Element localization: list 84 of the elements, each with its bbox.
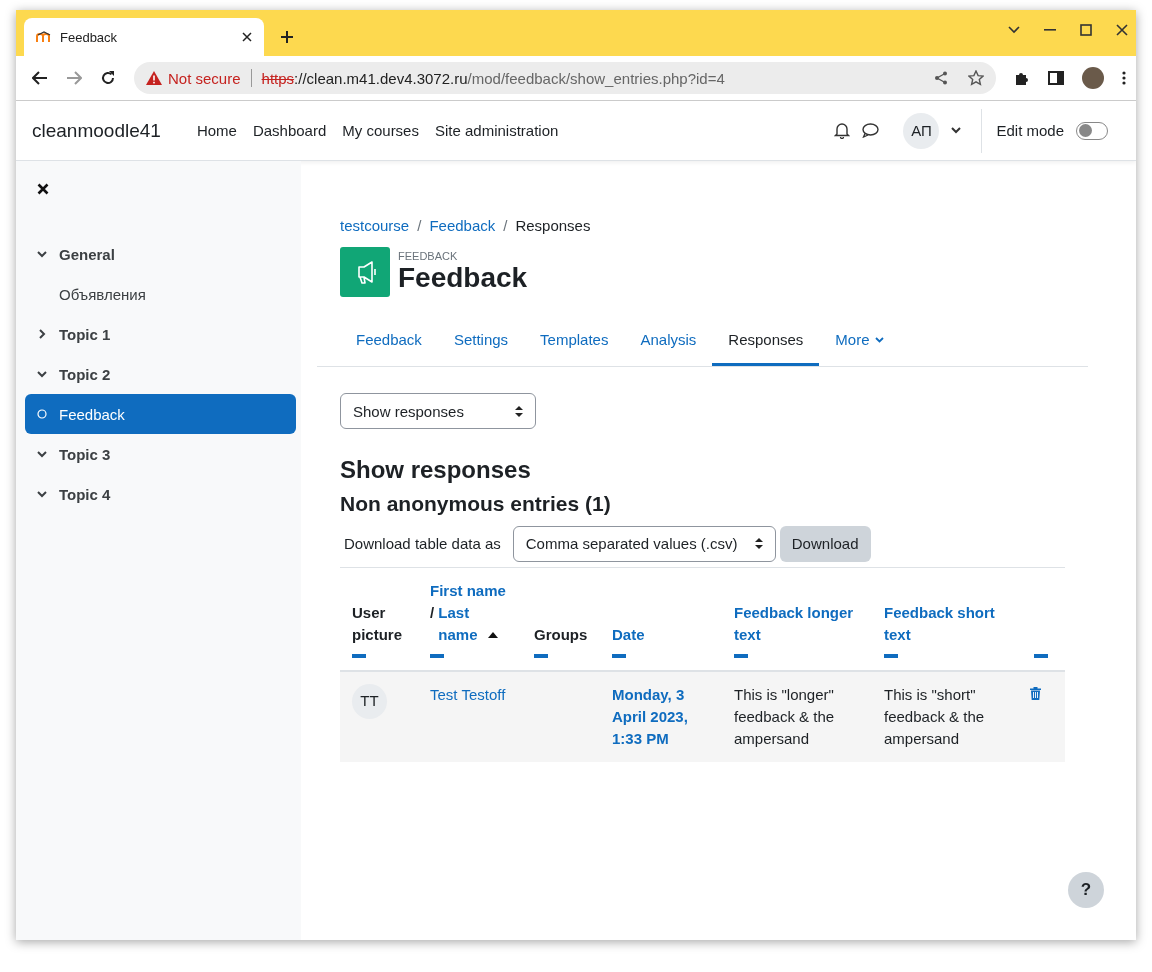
download-button[interactable]: Download (779, 526, 871, 562)
url-text: https://clean.m41.dev4.3072.ru/mod/feedback/show_entries.php?id=4 (261, 69, 726, 87)
chevron-down-icon[interactable] (1008, 26, 1020, 34)
chevron-down-icon[interactable] (951, 127, 962, 134)
tab[interactable]: Analysis (624, 319, 713, 366)
close-icon[interactable] (242, 32, 252, 42)
back-icon[interactable] (32, 71, 48, 85)
star-icon[interactable] (968, 70, 984, 86)
moodle-logo-icon (36, 31, 52, 43)
format-select[interactable]: Comma separated values (.csv) (512, 526, 776, 562)
column-header-link[interactable]: Last name (438, 602, 483, 646)
sidebar-item[interactable]: Topic 3 (25, 434, 296, 474)
chevron-down-icon (37, 369, 47, 379)
tab[interactable]: Responses (712, 319, 820, 366)
maximize-icon[interactable] (1080, 24, 1092, 36)
profile-avatar[interactable] (1082, 67, 1104, 89)
breadcrumb-link[interactable]: testcourse (340, 217, 410, 234)
nav-link[interactable]: Site administration (434, 122, 559, 139)
close-icon[interactable] (1116, 24, 1128, 36)
column-header: Groups (534, 625, 588, 645)
module-type-label: FEEDBACK (398, 249, 459, 262)
chevron-down-icon (37, 249, 47, 259)
tab-title: Feedback (60, 29, 119, 45)
chevron-right-icon (37, 329, 47, 339)
help-button[interactable]: ? (1068, 872, 1104, 908)
forward-icon[interactable] (66, 71, 82, 85)
breadcrumb-link[interactable]: Feedback (429, 217, 496, 234)
header-separator: / (430, 603, 435, 623)
browser-tab[interactable]: Feedback (24, 18, 264, 56)
updown-icon (754, 538, 763, 550)
security-label: Not secure (168, 69, 241, 87)
address-bar[interactable]: Not secure https://clean.m41.dev4.3072.ru/mod/feedback/show_entries.php?id=4 (134, 62, 996, 94)
nav-link[interactable]: Dashboard (252, 122, 327, 139)
download-label: Download table data as (344, 535, 501, 553)
site-name[interactable]: cleanmoodle41 (32, 119, 161, 142)
caret-icon (874, 336, 884, 343)
minimize-icon[interactable] (1044, 29, 1056, 31)
updown-icon (515, 405, 523, 417)
column-header-link[interactable]: Date (612, 624, 645, 646)
bell-icon[interactable] (834, 122, 851, 139)
chevron-down-icon (37, 449, 47, 459)
chevron-down-icon (37, 489, 47, 499)
table-cell: This is "longer" feedback & the ampersand (734, 686, 835, 747)
sidebar-item[interactable]: Feedback (25, 394, 296, 434)
table-cell: This is "short" feedback & the ampersand (884, 686, 985, 747)
circle-icon (37, 409, 47, 419)
sidebar-item[interactable]: Объявления (25, 274, 296, 314)
nav-link[interactable]: Home (196, 122, 237, 139)
puzzle-icon[interactable] (1014, 70, 1030, 86)
user-name-link[interactable]: Test Testoff (430, 686, 506, 703)
sidebar-item[interactable]: Topic 1 (25, 314, 296, 354)
section-heading: Show responses (340, 456, 532, 485)
chat-icon[interactable] (862, 123, 880, 138)
view-select[interactable]: Show responses (340, 393, 536, 429)
user-initials-avatar: TT (352, 684, 387, 719)
page-title: Feedback (398, 261, 528, 295)
edit-mode-label: Edit mode (996, 122, 1064, 139)
column-header-link[interactable]: Feedback short text (884, 602, 1018, 646)
nav-link[interactable]: My courses (342, 122, 419, 139)
column-header-link[interactable]: First name (430, 582, 506, 599)
breadcrumb-separator: / (417, 217, 422, 234)
subsection-heading: Non anonymous entries (1) (340, 490, 612, 516)
date-cell[interactable]: Monday, 3 April 2023, 1:33 PM (612, 684, 718, 750)
tab[interactable]: More (819, 319, 900, 366)
menu-icon[interactable] (1122, 71, 1126, 85)
trash-icon[interactable] (1030, 687, 1041, 700)
megaphone-icon (340, 247, 390, 297)
tab[interactable]: Feedback (340, 319, 438, 366)
share-icon[interactable] (934, 71, 948, 85)
side-panel-icon[interactable] (1048, 71, 1064, 85)
sidebar-item[interactable]: Topic 4 (25, 474, 296, 514)
warning-icon (146, 71, 162, 85)
tab[interactable]: Templates (524, 319, 625, 366)
column-header: User picture (352, 603, 403, 645)
sidebar-item[interactable]: Topic 2 (25, 354, 296, 394)
tab[interactable]: Settings (437, 319, 525, 366)
column-header-link[interactable]: Feedback longer text (734, 602, 868, 646)
reload-icon[interactable] (100, 70, 116, 86)
sidebar-item[interactable]: General (25, 234, 296, 274)
user-avatar[interactable]: АП (903, 112, 940, 149)
close-icon[interactable] (37, 183, 49, 195)
breadcrumb-separator: / (503, 217, 508, 234)
current-page-label: Responses (515, 217, 591, 234)
new-tab-icon[interactable] (280, 30, 294, 44)
